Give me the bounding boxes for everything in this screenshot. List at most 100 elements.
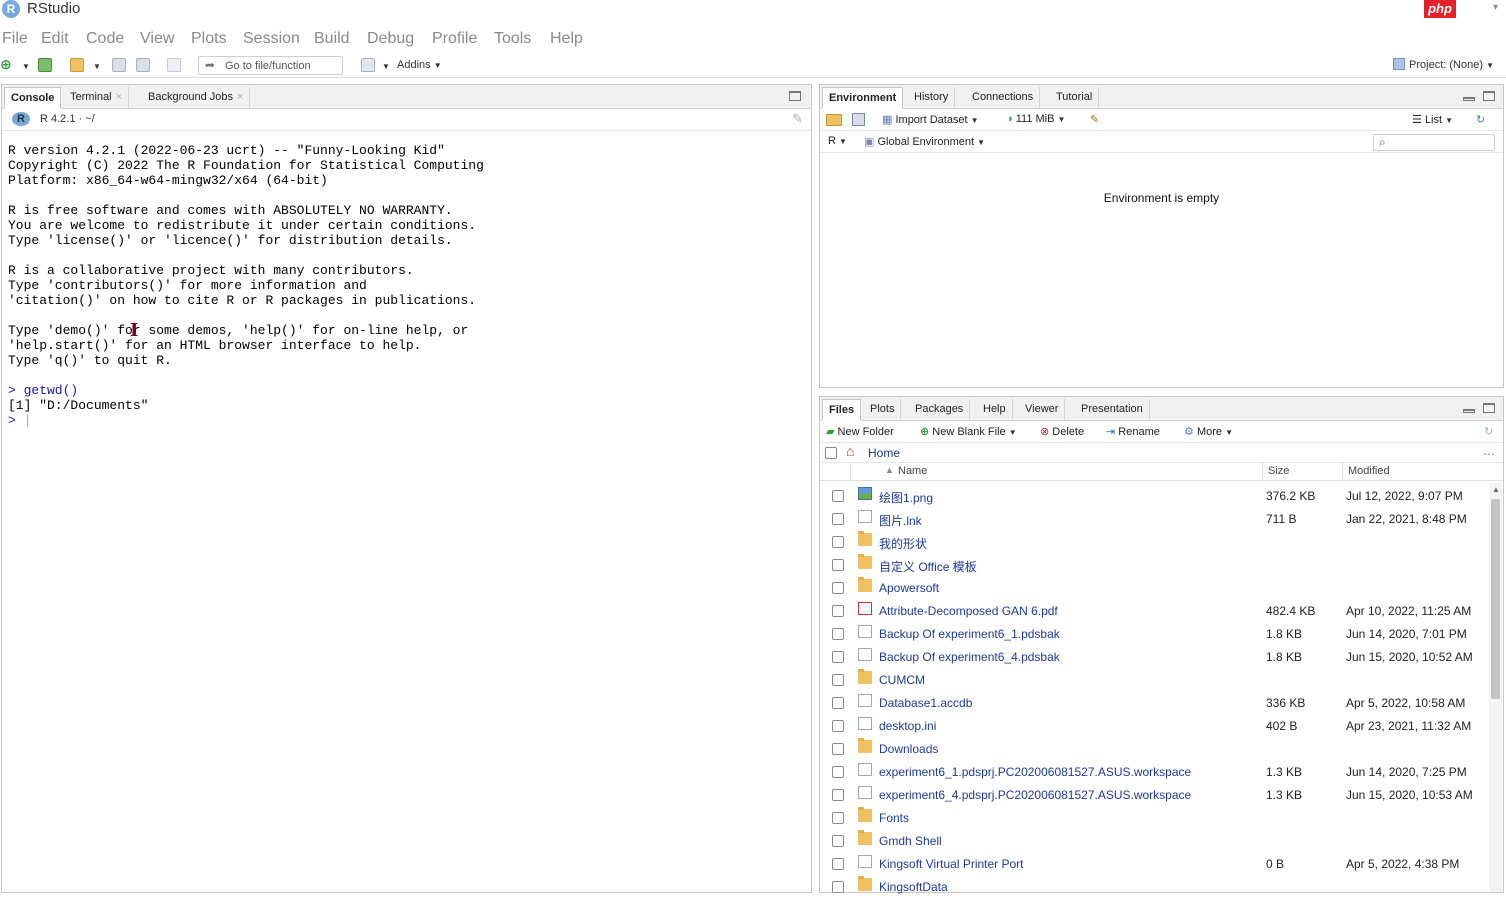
- tab-terminal[interactable]: Terminal ×: [64, 87, 130, 109]
- file-row[interactable]: experiment6_4.pdsprj.PC202006081527.ASUS…: [820, 783, 1488, 806]
- close-icon[interactable]: ×: [237, 91, 243, 103]
- more-button[interactable]: ⚙ More ▼: [1184, 425, 1233, 438]
- file-row[interactable]: Apowersoft: [820, 576, 1488, 599]
- file-checkbox[interactable]: [832, 743, 844, 755]
- column-size[interactable]: Size: [1268, 465, 1289, 477]
- scope-selector[interactable]: ▣ Global Environment ▼: [864, 135, 985, 148]
- minimize-pane-icon[interactable]: [1463, 409, 1475, 413]
- new-project-icon[interactable]: [38, 58, 52, 72]
- file-row[interactable]: Fonts: [820, 806, 1488, 829]
- tab-tutorial[interactable]: Tutorial: [1050, 87, 1100, 109]
- scroll-up-icon[interactable]: ▲: [1492, 485, 1500, 494]
- file-name-link[interactable]: 我的形状: [879, 535, 927, 552]
- workspace-panes-icon[interactable]: [361, 58, 375, 72]
- file-checkbox[interactable]: [832, 766, 844, 778]
- file-name-link[interactable]: Database1.accdb: [879, 696, 972, 710]
- file-name-link[interactable]: desktop.ini: [879, 719, 936, 733]
- breadcrumb-home[interactable]: Home: [868, 446, 900, 460]
- menu-tools[interactable]: Tools: [494, 30, 531, 48]
- open-file-icon[interactable]: [70, 58, 84, 72]
- file-name-link[interactable]: Backup Of experiment6_4.pdsbak: [879, 650, 1060, 664]
- file-row[interactable]: Attribute-Decomposed GAN 6.pdf 482.4 KB Ap…: [820, 599, 1488, 622]
- new-blank-file-button[interactable]: ⊕ New Blank File ▼: [920, 425, 1017, 438]
- file-name-link[interactable]: Backup Of experiment6_1.pdsbak: [879, 627, 1060, 641]
- project-menu[interactable]: Project: (None) ▼: [1393, 58, 1494, 71]
- file-checkbox[interactable]: [832, 651, 844, 663]
- menu-build[interactable]: Build: [314, 30, 350, 48]
- file-checkbox[interactable]: [832, 605, 844, 617]
- open-file-dropdown-icon[interactable]: ▼: [93, 62, 101, 71]
- file-name-link[interactable]: experiment6_1.pdsprj.PC202006081527.ASUS…: [879, 765, 1191, 779]
- panes-dropdown-icon[interactable]: ▼: [382, 62, 390, 71]
- file-row[interactable]: CUMCM: [820, 668, 1488, 691]
- clear-console-icon[interactable]: ✎: [792, 111, 803, 127]
- file-name-link[interactable]: CUMCM: [879, 673, 925, 687]
- file-name-link[interactable]: Apowersoft: [879, 581, 939, 595]
- tab-connections[interactable]: Connections: [966, 87, 1041, 109]
- rename-button[interactable]: ⇥ Rename: [1106, 425, 1160, 438]
- new-folder-button[interactable]: ▰ New Folder: [826, 425, 894, 438]
- tab-files[interactable]: Files: [822, 399, 862, 421]
- language-selector[interactable]: R ▼: [828, 135, 847, 147]
- minimize-pane-icon[interactable]: [1463, 97, 1475, 101]
- scrollbar-thumb[interactable]: [1491, 499, 1500, 699]
- column-name[interactable]: Name: [898, 465, 927, 477]
- file-checkbox[interactable]: [832, 697, 844, 709]
- save-workspace-icon[interactable]: [852, 113, 865, 126]
- refresh-icon[interactable]: ↻: [1476, 113, 1485, 126]
- file-row[interactable]: 绘图1.png 376.2 KB Jul 12, 2022, 9:07 PM: [820, 484, 1488, 507]
- file-name-link[interactable]: Downloads: [879, 742, 938, 756]
- tab-console[interactable]: Console: [4, 87, 62, 109]
- file-row[interactable]: Kingsoft Virtual Printer Port 0 B Apr 5, 2…: [820, 852, 1488, 875]
- file-row[interactable]: Gmdh Shell: [820, 829, 1488, 852]
- column-modified[interactable]: Modified: [1348, 465, 1390, 477]
- refresh-icon[interactable]: ↻: [1484, 425, 1493, 438]
- addins-menu[interactable]: Addins ▼: [397, 59, 442, 71]
- file-row[interactable]: Backup Of experiment6_4.pdsbak 1.8 KB Jun …: [820, 645, 1488, 668]
- file-checkbox[interactable]: [832, 582, 844, 594]
- file-name-link[interactable]: 图片.lnk: [879, 512, 922, 529]
- new-file-icon[interactable]: ⊕: [0, 56, 12, 73]
- more-path-icon[interactable]: …: [1483, 444, 1495, 458]
- close-icon[interactable]: ×: [116, 91, 122, 103]
- file-name-link[interactable]: Attribute-Decomposed GAN 6.pdf: [879, 604, 1058, 618]
- menu-plots[interactable]: Plots: [191, 30, 227, 48]
- file-checkbox[interactable]: [832, 881, 844, 893]
- menu-profile[interactable]: Profile: [432, 30, 477, 48]
- menu-session[interactable]: Session: [243, 30, 300, 48]
- file-name-link[interactable]: KingsoftData: [879, 880, 948, 894]
- tab-packages[interactable]: Packages: [909, 399, 971, 421]
- environment-search-input[interactable]: ⌕: [1373, 134, 1495, 151]
- tab-presentation[interactable]: Presentation: [1075, 399, 1150, 421]
- memory-usage-button[interactable]: ◑ 111 MiB ▼: [1006, 113, 1065, 125]
- file-checkbox[interactable]: [832, 559, 844, 571]
- clear-environment-icon[interactable]: ✎: [1090, 113, 1099, 126]
- import-dataset-button[interactable]: ▦ Import Dataset ▼: [882, 113, 979, 126]
- file-name-link[interactable]: 绘图1.png: [879, 489, 933, 506]
- tab-environment[interactable]: Environment: [822, 87, 904, 109]
- home-icon[interactable]: ⌂: [846, 443, 854, 459]
- maximize-pane-icon[interactable]: [1483, 91, 1495, 101]
- save-all-icon[interactable]: [136, 58, 150, 72]
- menu-debug[interactable]: Debug: [367, 30, 414, 48]
- tab-history[interactable]: History: [908, 87, 956, 109]
- file-checkbox[interactable]: [832, 835, 844, 847]
- file-checkbox[interactable]: [832, 812, 844, 824]
- menu-edit[interactable]: Edit: [41, 30, 69, 48]
- file-name-link[interactable]: experiment6_4.pdsprj.PC202006081527.ASUS…: [879, 788, 1191, 802]
- tab-viewer[interactable]: Viewer: [1019, 399, 1066, 421]
- files-scrollbar[interactable]: ▲: [1489, 483, 1502, 892]
- tab-plots[interactable]: Plots: [864, 399, 902, 421]
- new-file-dropdown-icon[interactable]: ▼: [22, 62, 30, 71]
- file-row[interactable]: desktop.ini 402 B Apr 23, 2021, 11:32 AM: [820, 714, 1488, 737]
- list-view-button[interactable]: ☰ List ▼: [1412, 113, 1453, 126]
- menu-view[interactable]: View: [140, 30, 174, 48]
- menu-code[interactable]: Code: [86, 30, 124, 48]
- console-output[interactable]: R version 4.2.1 (2022-06-23 ucrt) -- "Fu…: [8, 143, 484, 428]
- console-prompt[interactable]: >: [8, 413, 24, 428]
- file-name-link[interactable]: 自定义 Office 模板: [879, 558, 977, 575]
- file-checkbox[interactable]: [832, 858, 844, 870]
- file-row[interactable]: Downloads: [820, 737, 1488, 760]
- file-row[interactable]: experiment6_1.pdsprj.PC202006081527.ASUS…: [820, 760, 1488, 783]
- file-checkbox[interactable]: [832, 674, 844, 686]
